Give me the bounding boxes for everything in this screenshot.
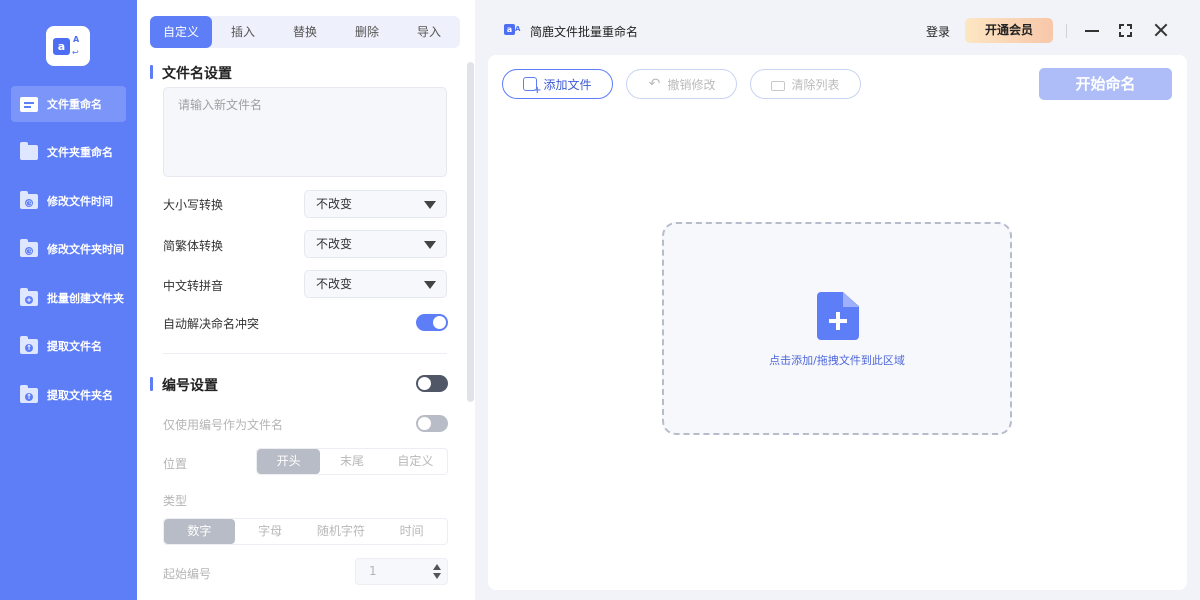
position-option-custom[interactable]: 自定义 (384, 449, 447, 474)
folder-clock-icon: ◷ (20, 238, 38, 257)
type-option-random[interactable]: 随机字符 (306, 519, 377, 544)
app-title: 简鹿文件批量重命名 (530, 25, 639, 39)
number-enable-toggle[interactable] (416, 375, 448, 392)
pinyin-convert-select[interactable]: 不改变 (304, 270, 447, 298)
file-list-card: 添加文件 ↶ 撤销修改 清除列表 开始命名 点击添加/拖拽文件到此区域 (488, 55, 1187, 590)
maximize-icon[interactable] (1119, 24, 1132, 37)
new-filename-input[interactable] (163, 87, 447, 177)
tab-insert[interactable]: 插入 (212, 16, 274, 48)
sidebar-item-label: 提取文件夹名 (47, 389, 113, 402)
add-file-icon (817, 292, 859, 340)
folder-icon (20, 141, 38, 160)
sidebar-item-file-rename[interactable]: 文件重命名 (11, 86, 126, 122)
clear-list-label: 清除列表 (791, 77, 840, 92)
add-files-label: 添加文件 (543, 77, 592, 92)
number-section-title: 编号设置 (150, 375, 218, 395)
sidebar-item-batch-create-folder[interactable]: + 批量创建文件夹 (11, 280, 126, 316)
sidebar-item-extract-filename[interactable]: ↑ 提取文件名 (11, 328, 126, 364)
trad-convert-select[interactable]: 不改变 (304, 230, 447, 258)
sidebar-item-extract-foldername[interactable]: ↑ 提取文件夹名 (11, 377, 126, 413)
case-convert-select[interactable]: 不改变 (304, 190, 447, 218)
type-label: 类型 (163, 494, 188, 508)
drop-zone[interactable]: 点击添加/拖拽文件到此区域 (662, 222, 1012, 435)
folder-plus-icon: + (20, 287, 38, 306)
sidebar-item-modify-folder-time[interactable]: ◷ 修改文件夹时间 (11, 231, 126, 267)
undo-button[interactable]: ↶ 撤销修改 (626, 69, 737, 99)
app-logo: a A ↩ (46, 26, 90, 66)
sidebar-item-modify-file-time[interactable]: ◷ 修改文件时间 (11, 183, 126, 219)
clear-list-button[interactable]: 清除列表 (750, 69, 861, 99)
section-divider (163, 353, 447, 354)
start-number-stepper[interactable]: 1 (355, 558, 448, 585)
sidebar-item-label: 文件重命名 (47, 98, 102, 111)
dropdown-arrow-icon (424, 201, 436, 209)
undo-label: 撤销修改 (667, 77, 716, 92)
trad-convert-label: 简繁体转换 (163, 239, 224, 253)
folder-clock-icon: ◷ (20, 190, 38, 209)
add-file-icon (523, 77, 541, 96)
sidebar-item-folder-rename[interactable]: 文件夹重命名 (11, 134, 126, 170)
clear-icon (771, 80, 786, 91)
login-link[interactable]: 登录 (926, 23, 950, 40)
sidebar-item-label: 批量创建文件夹 (47, 292, 124, 305)
tab-replace[interactable]: 替换 (274, 16, 336, 48)
add-files-button[interactable]: 添加文件 (502, 69, 613, 99)
sidebar-item-label: 文件夹重命名 (47, 146, 113, 159)
main-area: aA 简鹿文件批量重命名 登录 开通会员 添加文件 ↶ 撤销修改 清除列表 开始… (475, 0, 1200, 600)
start-rename-button[interactable]: 开始命名 (1039, 68, 1172, 100)
position-segmented-control: 开头 末尾 自定义 (256, 448, 448, 475)
sidebar: a A ↩ 文件重命名 文件夹重命名 ◷ 修改文件时间 ◷ 修改文件夹时间 + 批量… (0, 0, 137, 600)
file-icon (20, 96, 38, 112)
window-controls-divider (1066, 24, 1067, 38)
type-option-time[interactable]: 时间 (376, 519, 447, 544)
app-icon: aA (504, 22, 520, 38)
dropdown-arrow-icon (424, 281, 436, 289)
type-option-letter[interactable]: 字母 (235, 519, 306, 544)
position-option-start[interactable]: 开头 (257, 449, 321, 474)
start-number-value: 1 (369, 564, 377, 578)
panel-scrollbar[interactable] (467, 62, 474, 402)
close-icon[interactable] (1153, 22, 1169, 38)
position-label: 位置 (163, 457, 188, 471)
settings-panel: 自定义 插入 替换 删除 导入 文件名设置 大小写转换 不改变 简繁体转换 不改… (137, 0, 475, 600)
type-option-digit[interactable]: 数字 (164, 519, 235, 544)
tab-delete[interactable]: 删除 (336, 16, 398, 48)
start-number-label: 起始编号 (163, 567, 212, 581)
case-convert-label: 大小写转换 (163, 198, 224, 212)
pinyin-convert-value: 不改变 (316, 277, 353, 291)
type-segmented-control: 数字 字母 随机字符 时间 (163, 518, 448, 545)
sidebar-item-label: 修改文件时间 (47, 195, 113, 208)
decrement-icon[interactable] (433, 573, 441, 579)
position-option-end[interactable]: 末尾 (320, 449, 383, 474)
auto-resolve-conflict-label: 自动解决命名冲突 (163, 317, 260, 331)
auto-resolve-conflict-toggle[interactable] (416, 314, 448, 331)
only-number-label: 仅使用编号作为文件名 (163, 418, 284, 432)
mode-tabs: 自定义 插入 替换 删除 导入 (150, 16, 460, 48)
dropdown-arrow-icon (424, 241, 436, 249)
trad-convert-value: 不改变 (316, 237, 353, 251)
undo-icon: ↶ (648, 76, 661, 92)
sidebar-item-label: 修改文件夹时间 (47, 243, 124, 256)
folder-upload-icon: ↑ (20, 335, 38, 354)
increment-icon[interactable] (433, 564, 441, 570)
folder-upload-icon: ↑ (20, 384, 38, 403)
tab-import[interactable]: 导入 (398, 16, 460, 48)
title-bar: aA 简鹿文件批量重命名 登录 开通会员 (475, 0, 1200, 60)
vip-button[interactable]: 开通会员 (965, 18, 1053, 43)
pinyin-convert-label: 中文转拼音 (163, 279, 224, 293)
only-number-toggle[interactable] (416, 415, 448, 432)
case-convert-value: 不改变 (316, 197, 353, 211)
drop-zone-text: 点击添加/拖拽文件到此区域 (769, 354, 905, 367)
tab-custom[interactable]: 自定义 (150, 16, 212, 48)
sidebar-item-label: 提取文件名 (47, 340, 102, 353)
filename-section-title: 文件名设置 (150, 63, 232, 83)
minimize-icon[interactable] (1085, 30, 1099, 32)
